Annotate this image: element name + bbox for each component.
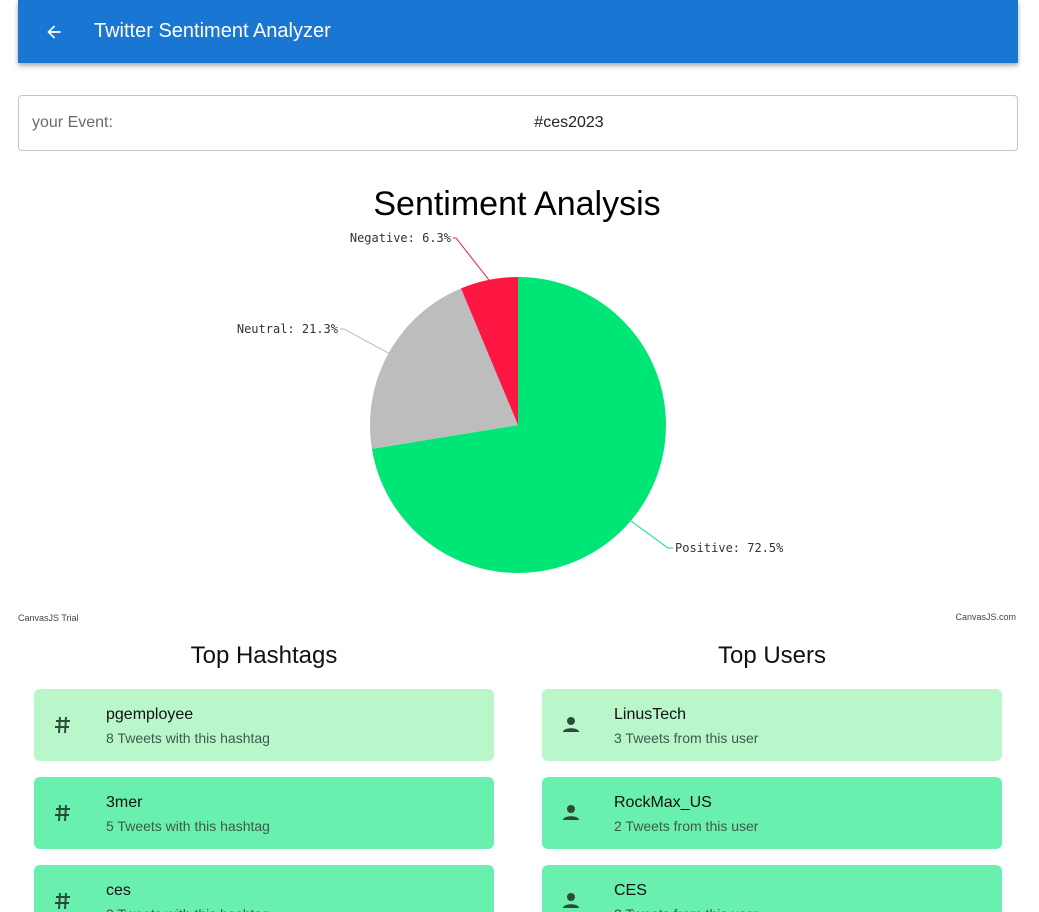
hashtag-card[interactable]: 3mer 5 Tweets with this hashtag <box>34 777 494 849</box>
pie-label-negative: Negative: 6.3% <box>350 231 452 245</box>
user-name: LinusTech <box>614 706 687 723</box>
person-icon <box>561 891 581 911</box>
sentiment-chart: Sentiment Analysis Positive: 72.5% Neutra… <box>18 170 1018 630</box>
hashtag-name: pgemployee <box>106 706 194 723</box>
arrow-back-icon <box>47 24 61 39</box>
hash-icon <box>53 715 73 735</box>
back-button[interactable] <box>40 18 68 46</box>
user-card[interactable]: LinusTech 3 Tweets from this user <box>542 689 1002 761</box>
pie-leader-negative <box>453 237 490 281</box>
hashtag-name: ces <box>106 882 131 899</box>
hashtag-tweet-count: 5 Tweets with this hashtag <box>106 818 270 834</box>
pie-chart-svg: Sentiment Analysis Positive: 72.5% Neutra… <box>237 185 784 573</box>
pie-leader-neutral <box>340 328 389 354</box>
app-title: Twitter Sentiment Analyzer <box>94 20 331 42</box>
user-card[interactable]: CES 2 Tweets from this user <box>542 865 1002 912</box>
person-icon <box>561 715 581 735</box>
hashtag-name: 3mer <box>106 794 143 811</box>
hashtag-tweet-count: 3 Tweets with this hashtag <box>106 906 270 912</box>
chart-credit-right[interactable]: CanvasJS.com <box>955 612 1016 622</box>
event-field[interactable]: your Event: <box>18 95 1018 151</box>
user-tweet-count: 2 Tweets from this user <box>614 906 758 912</box>
user-name: RockMax_US <box>614 794 712 811</box>
chart-credit-left: CanvasJS Trial <box>18 613 79 623</box>
hash-icon <box>53 891 73 911</box>
event-label: your Event: <box>32 114 113 131</box>
user-card[interactable]: RockMax_US 2 Tweets from this user <box>542 777 1002 849</box>
user-tweet-count: 2 Tweets from this user <box>614 818 759 834</box>
event-input[interactable] <box>139 104 999 142</box>
hashtag-tweet-count: 8 Tweets with this hashtag <box>106 730 270 746</box>
app-bar: Twitter Sentiment Analyzer <box>18 0 1018 63</box>
person-icon <box>561 803 581 823</box>
hashtag-card[interactable]: pgemployee 8 Tweets with this hashtag <box>34 689 494 761</box>
pie-label-positive: Positive: 72.5% <box>675 541 784 555</box>
pie-label-neutral: Neutral: 21.3% <box>237 322 339 336</box>
user-tweet-count: 3 Tweets from this user <box>614 730 759 746</box>
user-name: CES <box>614 882 647 899</box>
chart-title: Sentiment Analysis <box>373 185 660 223</box>
top-hashtags-title: Top Hashtags <box>190 642 338 669</box>
hashtag-card[interactable]: ces 3 Tweets with this hashtag <box>34 865 494 912</box>
pie-leader-positive <box>630 520 673 549</box>
hash-icon <box>53 803 73 823</box>
top-users-title: Top Users <box>717 642 827 669</box>
